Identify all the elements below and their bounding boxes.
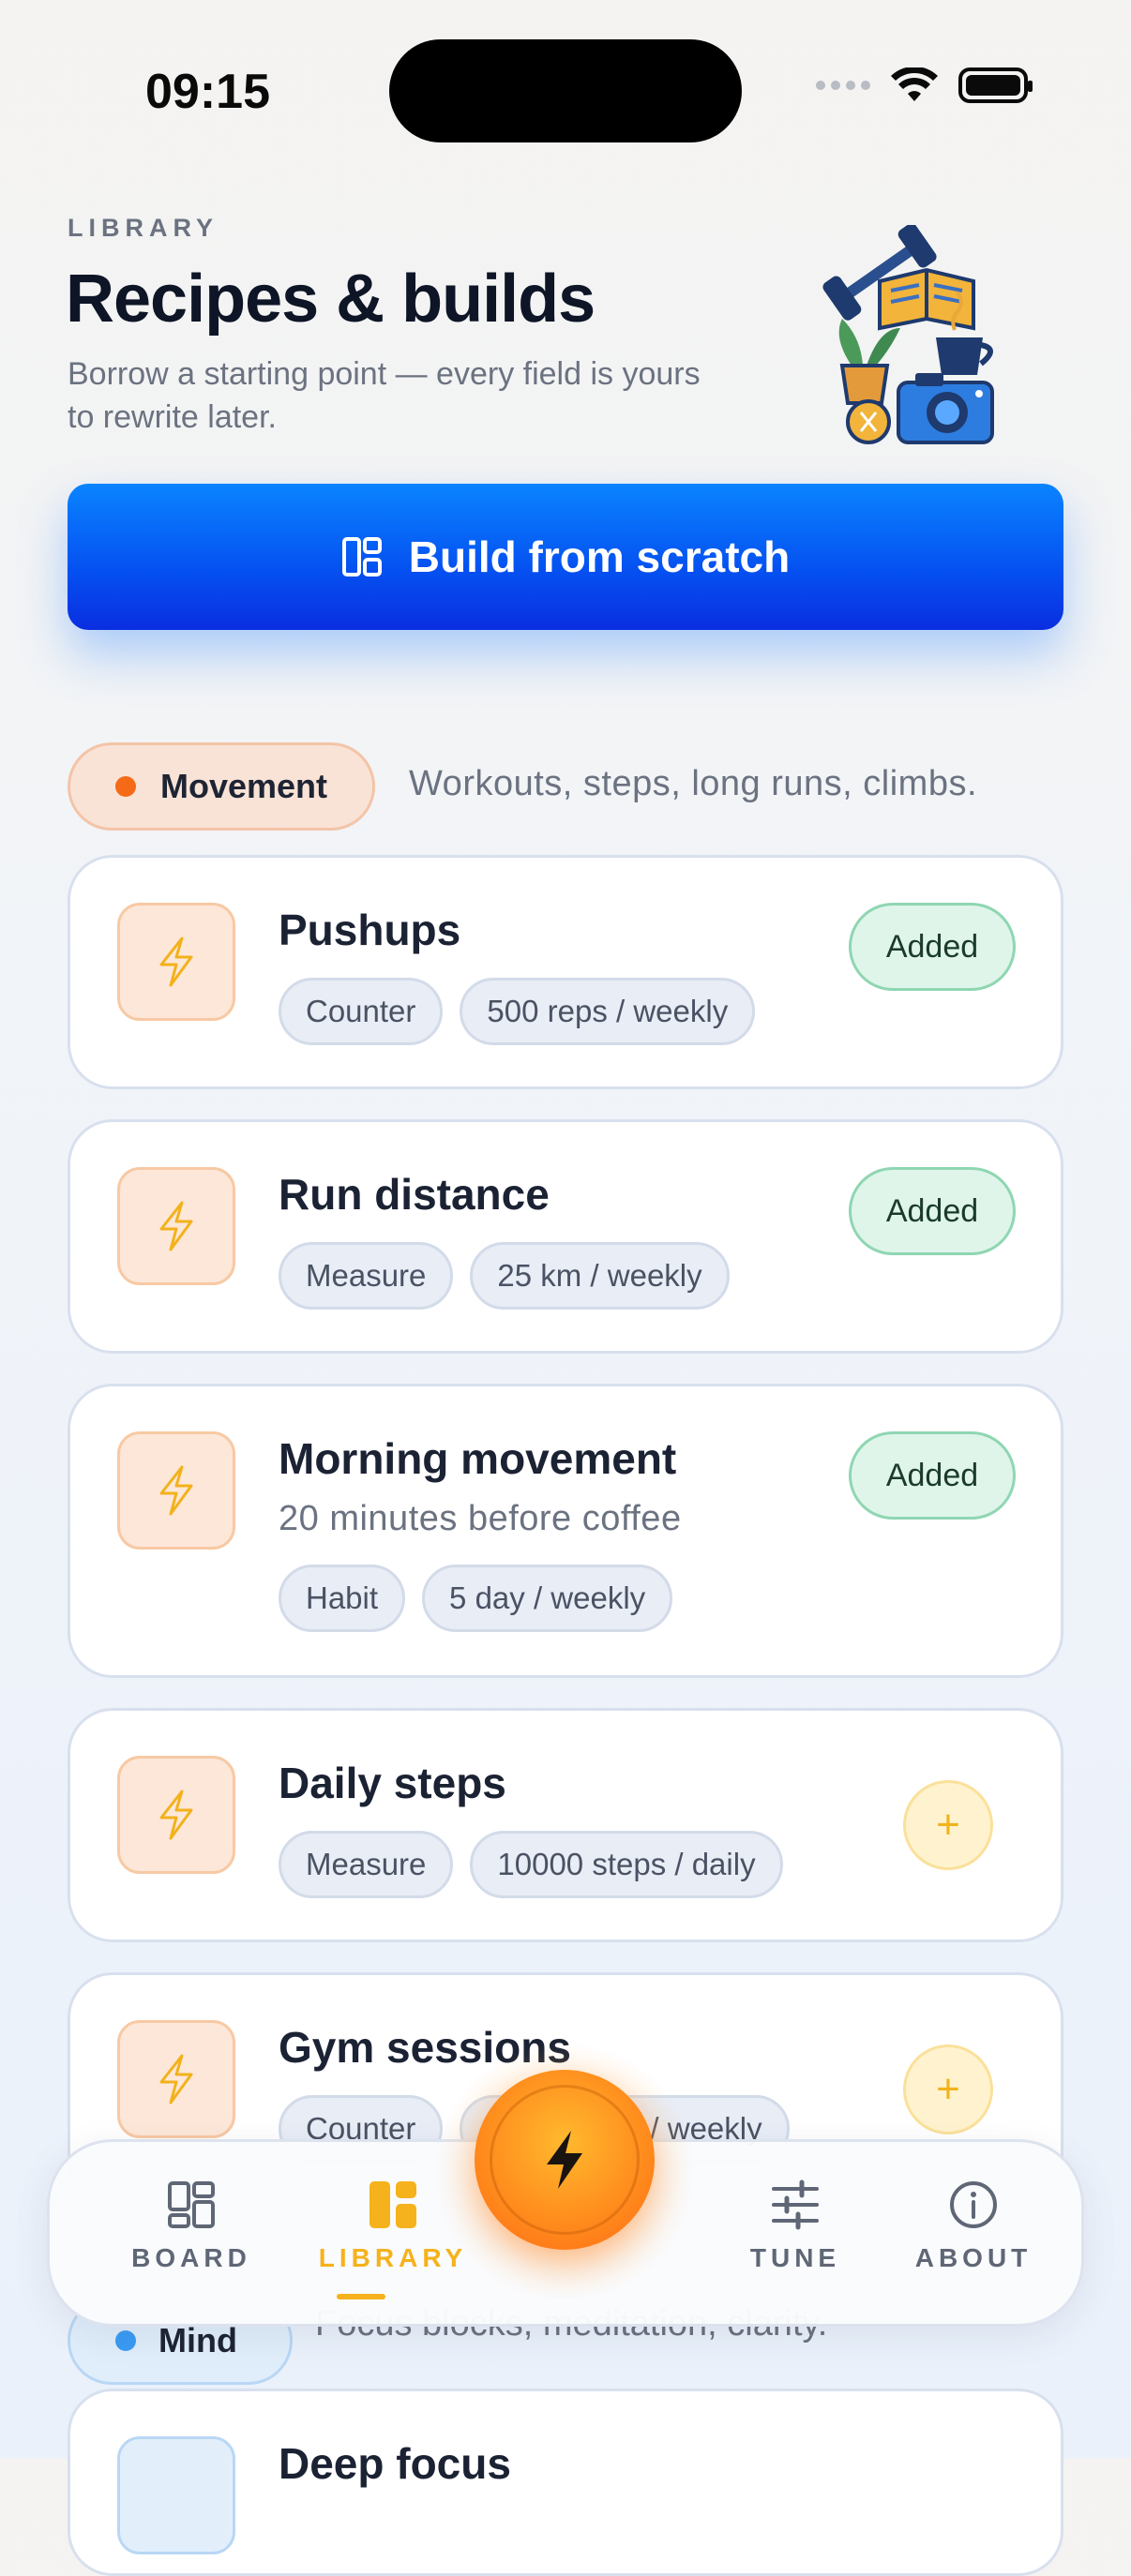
fab-ring	[490, 2085, 640, 2235]
tag-type: Measure	[279, 1831, 454, 1898]
tab-label: LIBRARY	[318, 2243, 468, 2272]
build-from-scratch-button[interactable]: Build from scratch	[68, 484, 1063, 630]
tag-type: Counter	[279, 978, 444, 1045]
tab-label: ABOUT	[914, 2243, 1033, 2272]
recipe-card-run-distance[interactable]: Run distance Measure 25 km / weekly Adde…	[68, 1119, 1063, 1354]
board-icon	[168, 2181, 215, 2228]
add-recipe-button[interactable]: +	[903, 1780, 993, 1870]
card-title: Daily steps	[279, 1759, 506, 1807]
battery-icon	[958, 67, 1033, 103]
wifi-icon	[891, 67, 938, 101]
tag-target: 500 reps / weekly	[460, 978, 756, 1045]
focus-icon	[117, 2436, 235, 2554]
tab-label: BOARD	[131, 2243, 251, 2272]
recipe-card-daily-steps[interactable]: Daily steps Measure 10000 steps / daily …	[68, 1708, 1063, 1942]
category-name: Mind	[158, 2321, 237, 2359]
status-time: 09:15	[145, 65, 270, 119]
tune-icon	[772, 2179, 819, 2230]
hobbies-illustration-icon	[822, 225, 994, 444]
tag-target: 25 km / weekly	[470, 1242, 730, 1310]
page-eyebrow: LIBRARY	[68, 214, 219, 242]
tag-type: Measure	[279, 1242, 454, 1310]
card-tags: Habit 5 day / weekly	[279, 1565, 673, 1632]
active-tab-indicator	[337, 2294, 385, 2299]
card-tags: Counter 500 reps / weekly	[279, 978, 756, 1045]
dynamic-island	[389, 39, 742, 142]
card-title: Run distance	[279, 1170, 550, 1219]
add-recipe-button[interactable]: +	[903, 2044, 993, 2134]
lightning-icon	[117, 1167, 235, 1285]
tab-about[interactable]: ABOUT	[894, 2179, 1053, 2273]
build-from-scratch-label: Build from scratch	[408, 532, 791, 581]
tab-label: TUNE	[749, 2243, 841, 2272]
info-icon	[950, 2181, 997, 2228]
status-icons	[816, 67, 1033, 103]
card-title: Morning movement	[279, 1434, 677, 1483]
lightning-icon	[117, 1431, 235, 1550]
tag-target: 10000 steps / daily	[470, 1831, 783, 1898]
quick-action-button[interactable]	[475, 2070, 655, 2250]
card-title: Deep focus	[279, 2439, 511, 2488]
category-dot-icon	[115, 2330, 136, 2351]
library-icon	[369, 2181, 416, 2228]
recipe-card-deep-focus[interactable]: Deep focus	[68, 2389, 1063, 2576]
tab-tune[interactable]: TUNE	[725, 2179, 866, 2273]
page-title: Recipes & builds	[66, 262, 596, 337]
recipe-card-pushups[interactable]: Pushups Counter 500 reps / weekly Added	[68, 855, 1063, 1089]
tab-board[interactable]: BOARD	[102, 2179, 280, 2273]
page-subtitle: Borrow a starting point — every field is…	[68, 356, 701, 435]
card-tags: Measure 10000 steps / daily	[279, 1831, 783, 1898]
category-chip-movement[interactable]: Movement	[68, 742, 376, 831]
tag-type: Habit	[279, 1565, 406, 1632]
added-button[interactable]: Added	[849, 1167, 1016, 1255]
card-tags: Measure 25 km / weekly	[279, 1242, 730, 1310]
grid-layout-icon	[341, 537, 382, 577]
lightning-icon	[117, 903, 235, 1021]
added-button[interactable]: Added	[849, 903, 1016, 991]
lightning-icon	[117, 1756, 235, 1874]
recipe-card-morning-movement[interactable]: Morning movement 20 minutes before coffe…	[68, 1384, 1063, 1678]
category-dot-icon	[115, 776, 136, 797]
signal-icon	[816, 81, 870, 90]
lightning-icon	[117, 2020, 235, 2138]
added-button[interactable]: Added	[849, 1431, 1016, 1520]
tag-target: 5 day / weekly	[422, 1565, 673, 1632]
category-name: Movement	[160, 767, 328, 805]
card-subtitle: 20 minutes before coffee	[279, 1499, 682, 1538]
category-description: Workouts, steps, long runs, climbs.	[409, 764, 978, 803]
card-title: Pushups	[279, 906, 461, 954]
